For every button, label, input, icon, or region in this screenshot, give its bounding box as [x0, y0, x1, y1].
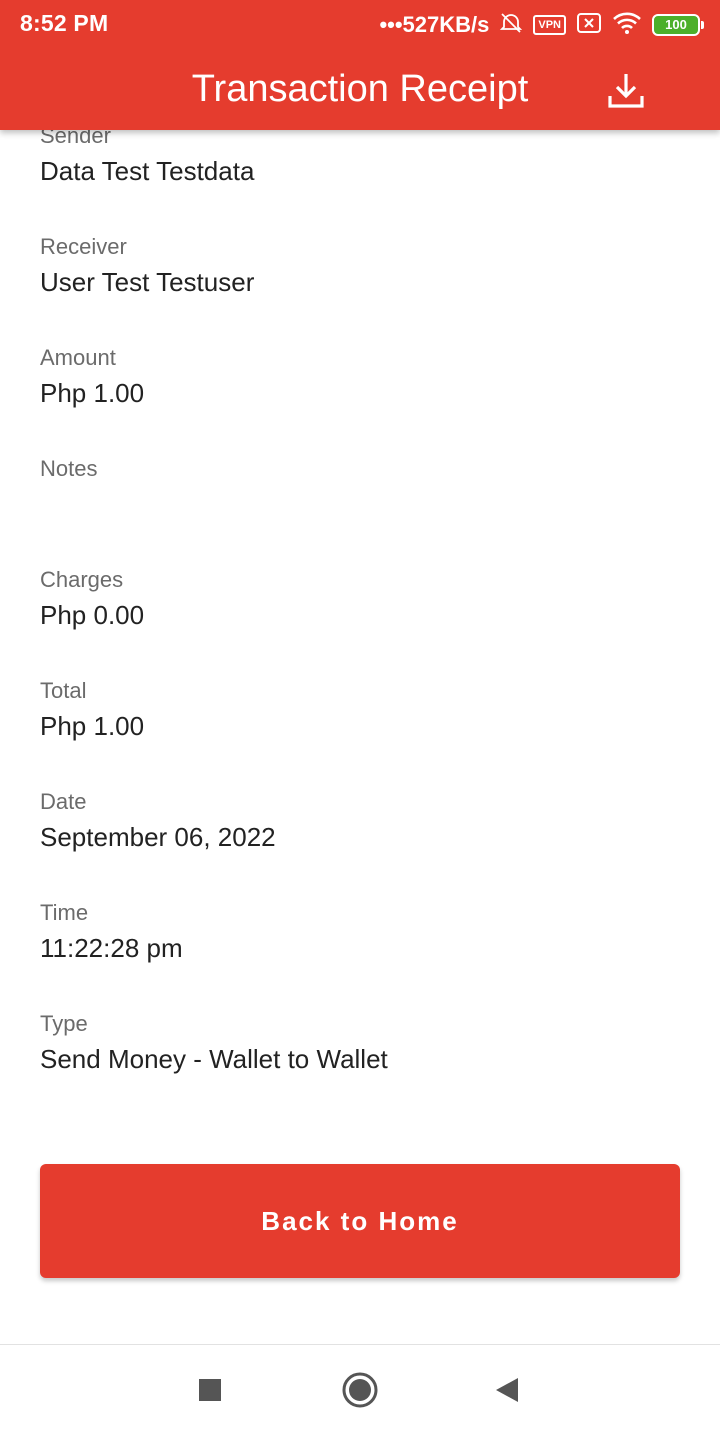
square-icon: [198, 1378, 222, 1407]
back-to-home-button[interactable]: Back to Home: [40, 1164, 680, 1278]
field-label: Charges: [40, 567, 124, 592]
network-speed: •••527KB/s: [379, 12, 490, 37]
field-value: Php 1.00: [40, 378, 145, 408]
field-receiver: Receiver User Test Testuser: [40, 207, 680, 318]
download-button[interactable]: [602, 68, 650, 116]
triangle-back-icon: [494, 1376, 520, 1409]
field-notes: Notes: [40, 429, 680, 540]
field-value: Php 0.00: [40, 600, 145, 630]
receipt-screen: 8:52 PM •••527KB/s VPN 100 Transaction R…: [0, 0, 720, 1440]
download-icon: [606, 70, 646, 115]
field-date: Date September 06, 2022: [40, 762, 680, 873]
status-bar: 8:52 PM •••527KB/s VPN 100: [0, 0, 720, 52]
field-amount: Amount Php 1.00: [40, 318, 680, 429]
system-navigation-bar: [0, 1344, 720, 1440]
receipt-details: Sender Data Test Testdata Receiver User …: [40, 96, 680, 1095]
alarm-off-icon: [499, 11, 523, 40]
field-value: [40, 486, 680, 522]
battery-indicator: 100: [652, 14, 704, 36]
field-total: Total Php 1.00: [40, 651, 680, 762]
app-header: 8:52 PM •••527KB/s VPN 100 Transaction R…: [0, 0, 720, 130]
home-button[interactable]: [335, 1367, 385, 1417]
recents-button[interactable]: [185, 1367, 235, 1417]
field-label: Amount: [40, 345, 116, 370]
field-charges: Charges Php 0.00: [40, 540, 680, 651]
field-time: Time 11:22:28 pm: [40, 873, 680, 984]
sim-off-icon: [576, 12, 602, 39]
back-nav-button[interactable]: [482, 1367, 532, 1417]
vpn-badge: VPN: [533, 15, 566, 35]
field-value: User Test Testuser: [40, 267, 255, 297]
wifi-icon: [612, 11, 642, 40]
status-time: 8:52 PM: [20, 10, 109, 36]
field-value: 11:22:28 pm: [40, 933, 183, 963]
status-icons: •••527KB/s VPN 100: [379, 10, 704, 40]
field-value: Send Money - Wallet to Wallet: [40, 1044, 388, 1074]
field-label: Notes: [40, 456, 98, 481]
field-value: Php 1.00: [40, 711, 145, 741]
circle-icon: [341, 1371, 379, 1414]
field-label: Total: [40, 678, 87, 703]
field-value: September 06, 2022: [40, 822, 276, 852]
field-type: Type Send Money - Wallet to Wallet: [40, 984, 680, 1095]
field-value: Data Test Testdata: [40, 156, 255, 186]
field-label: Time: [40, 900, 89, 925]
field-label: Receiver: [40, 234, 127, 259]
field-label: Date: [40, 789, 87, 814]
field-label: Type: [40, 1011, 88, 1036]
